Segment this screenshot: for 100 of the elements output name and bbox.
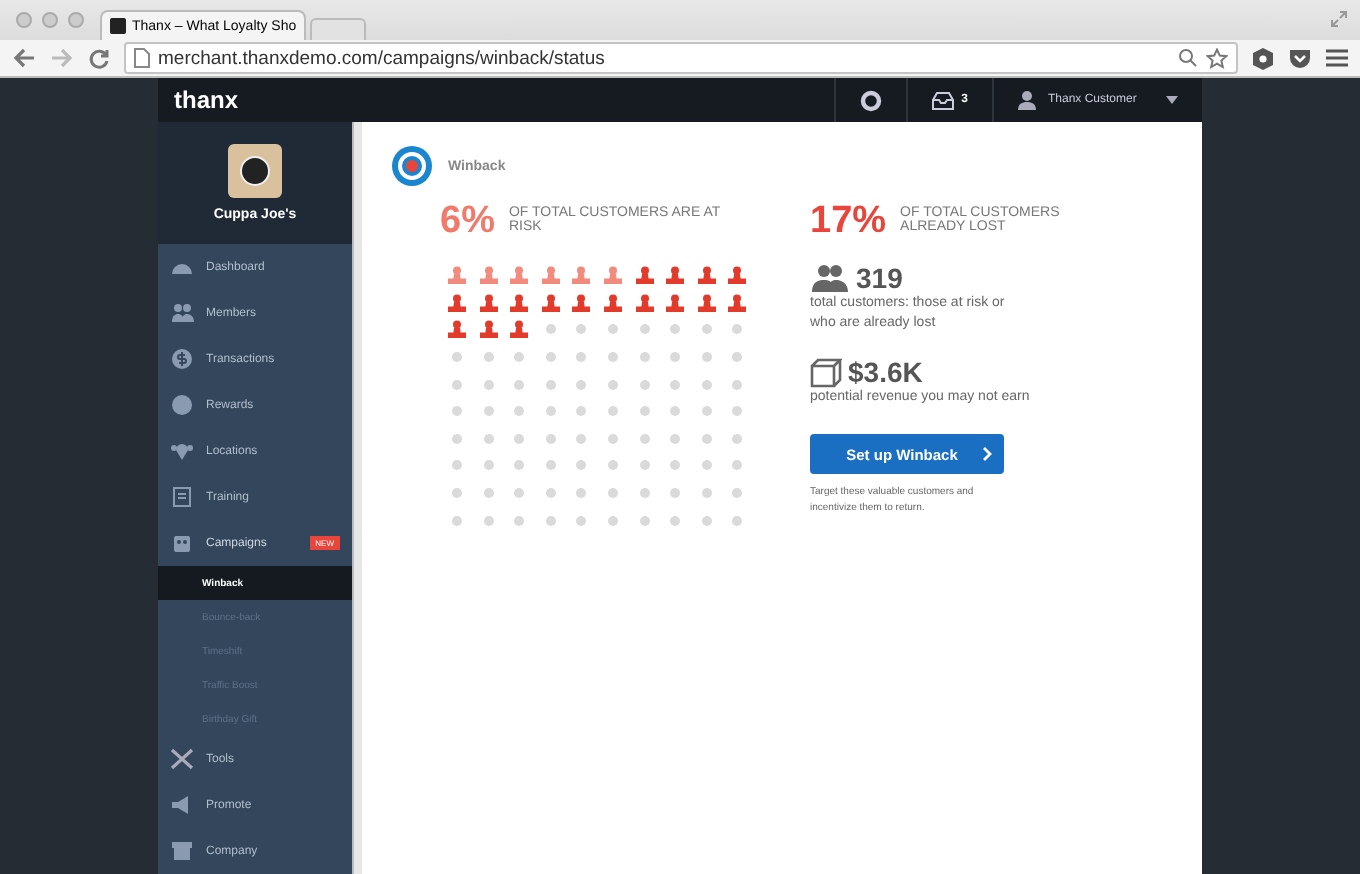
- grid-dot: [732, 488, 743, 499]
- person-icon: [728, 266, 747, 285]
- logo[interactable]: thanx: [158, 86, 239, 114]
- grid-dot: [545, 406, 556, 417]
- grid-dot: [545, 433, 556, 444]
- store-icon: [170, 840, 194, 862]
- grid-dot: [514, 406, 525, 417]
- back-arrow-icon[interactable]: [12, 48, 36, 68]
- grid-dot: [514, 488, 525, 499]
- grid-dot: [732, 433, 743, 444]
- grid-dot: [607, 379, 618, 390]
- grid-dot: [670, 460, 681, 471]
- close-dot[interactable]: [16, 12, 32, 28]
- grid-dot: [576, 406, 587, 417]
- grid-dot: [701, 433, 712, 444]
- grid-dot: [514, 460, 525, 471]
- total-customers-value: 319: [856, 262, 903, 294]
- megaphone-icon: [170, 794, 194, 816]
- grid-dot: [670, 488, 681, 499]
- circle-icon: [170, 394, 194, 416]
- grid-dot: [452, 515, 462, 526]
- grid-dot: [701, 488, 712, 499]
- person-icon: [510, 266, 529, 285]
- person-icon: [510, 293, 529, 312]
- chevron-icon: [981, 446, 992, 462]
- grid-dot: [483, 515, 494, 526]
- search-icon[interactable]: [1178, 48, 1198, 68]
- grid-dot: [483, 433, 494, 444]
- grid-dot: [701, 379, 712, 390]
- person-icon: [666, 293, 685, 312]
- people-icon: [170, 302, 194, 324]
- scrollbar[interactable]: [352, 122, 362, 874]
- grid-dot: [483, 460, 494, 471]
- grid-dot: [732, 324, 743, 335]
- caret-icon: [1166, 96, 1178, 104]
- grid-dot: [607, 433, 618, 444]
- shield-icon[interactable]: [1252, 47, 1274, 69]
- grid-dot: [545, 352, 556, 363]
- grid-dot: [701, 515, 712, 526]
- grid-dot: [670, 379, 681, 390]
- grid-dot: [701, 352, 712, 363]
- person-icon: [479, 293, 498, 312]
- person-icon: [448, 293, 466, 312]
- reload-icon[interactable]: [88, 47, 110, 69]
- person-icon: [572, 266, 591, 285]
- people-icon: [810, 264, 850, 292]
- grid-dot: [607, 460, 618, 471]
- grid-dot: [639, 488, 650, 499]
- robot-icon: [170, 532, 194, 554]
- person-icon: [635, 293, 654, 312]
- grid-dot: [576, 460, 587, 471]
- person-icon: [697, 293, 716, 312]
- person-icon: [448, 320, 466, 339]
- menu-icon[interactable]: [1326, 48, 1348, 68]
- grid-dot: [576, 515, 587, 526]
- grid-dot: [514, 379, 525, 390]
- grid-dot: [576, 433, 587, 444]
- grid-dot: [483, 406, 494, 417]
- grid-dot: [452, 352, 462, 363]
- grid-dot: [607, 488, 618, 499]
- page-icon: [134, 48, 150, 68]
- dollar-icon: [170, 348, 194, 370]
- grid-dot: [607, 352, 618, 363]
- grid-dot: [576, 324, 587, 335]
- inbox-icon[interactable]: [931, 91, 954, 109]
- person-icon: [541, 266, 560, 285]
- grid-dot: [607, 406, 618, 417]
- grid-dot: [639, 460, 650, 471]
- zoom-dot[interactable]: [68, 12, 84, 28]
- person-icon: [479, 266, 498, 285]
- grid-dot: [452, 488, 462, 499]
- grid-dot: [545, 488, 556, 499]
- grid-dot: [607, 324, 618, 335]
- grid-dot: [732, 406, 743, 417]
- at-risk-percent: 6%: [440, 202, 495, 240]
- grid-dot: [483, 488, 494, 499]
- lost-percent: 17%: [810, 202, 887, 240]
- expand-icon[interactable]: [1330, 10, 1348, 28]
- box-icon: [810, 357, 842, 387]
- merchant-logo[interactable]: [228, 144, 282, 198]
- grid-dot: [576, 488, 587, 499]
- favicon-icon: [110, 18, 126, 34]
- person-icon: [448, 266, 466, 285]
- revenue-value: $3.6K: [848, 356, 923, 388]
- pocket-icon[interactable]: [1288, 47, 1312, 69]
- document-icon: [170, 486, 194, 508]
- grid-dot: [483, 379, 494, 390]
- star-icon[interactable]: [1206, 47, 1228, 69]
- grid-dot: [639, 515, 650, 526]
- url-field[interactable]: merchant.thanxdemo.com/campaigns/winback/status: [124, 42, 1238, 74]
- grid-dot: [670, 324, 681, 335]
- grid-dot: [670, 352, 681, 363]
- grid-dot: [701, 406, 712, 417]
- grid-dot: [576, 379, 587, 390]
- grid-dot: [452, 406, 462, 417]
- grid-dot: [607, 515, 618, 526]
- person-icon: [510, 320, 529, 339]
- coffee-cup-icon: [240, 156, 270, 186]
- minimize-dot[interactable]: [42, 12, 58, 28]
- grid-dot: [452, 379, 462, 390]
